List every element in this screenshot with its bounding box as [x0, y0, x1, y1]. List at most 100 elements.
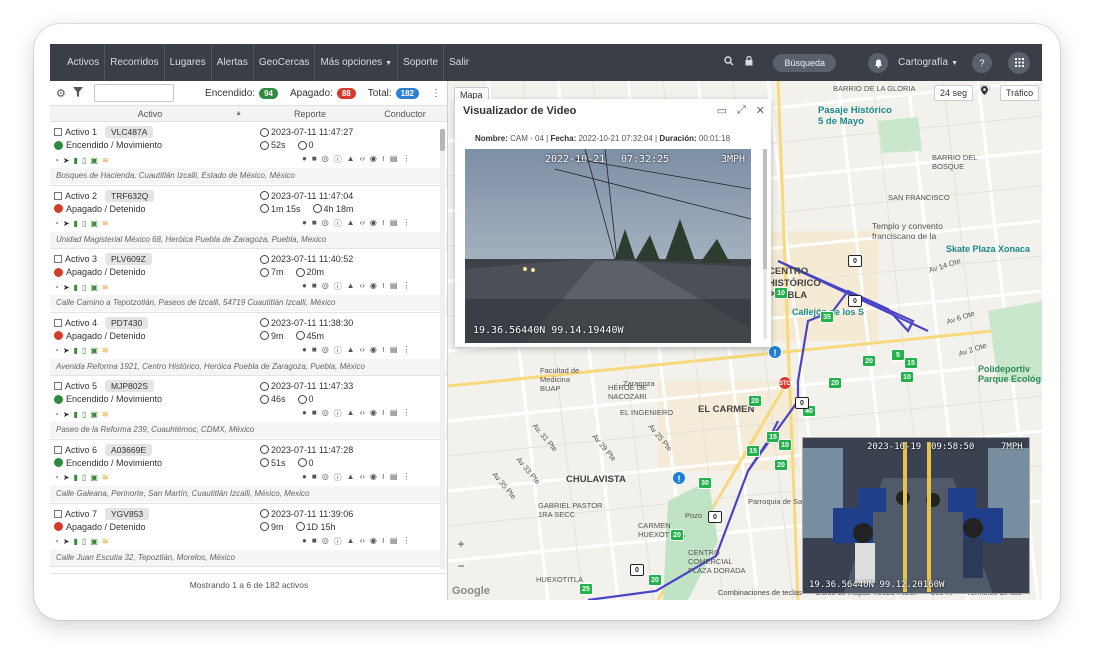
list-scroll-thumb[interactable] — [440, 129, 445, 151]
expand-icon[interactable]: ⤢ — [737, 104, 746, 117]
minimize-icon[interactable]: ▭ — [717, 104, 727, 117]
warning-icon[interactable]: ▲ — [347, 281, 355, 292]
asset-row[interactable]: Activo 7 YGV853 2023-07-11 11:39:06 Apag… — [50, 504, 447, 568]
viewer-scrollbar[interactable] — [763, 149, 767, 339]
asset-filter-input[interactable] — [93, 84, 174, 102]
row-checkbox[interactable] — [54, 382, 62, 391]
target-icon[interactable]: ◎ — [322, 472, 329, 483]
route-icon[interactable]: ≀ — [382, 218, 385, 229]
route-marker[interactable]: 20 — [828, 377, 842, 389]
notifications-bell-icon[interactable] — [868, 52, 889, 73]
route-marker[interactable]: 25 — [579, 583, 593, 595]
stopped-vehicle-marker[interactable]: 0 — [630, 564, 644, 576]
code-icon[interactable]: ‹› — [360, 345, 365, 356]
route-marker[interactable]: 20 — [670, 529, 684, 541]
info-icon[interactable]: ⓘ — [334, 408, 342, 419]
warning-icon[interactable]: ▲ — [347, 154, 355, 165]
stop-icon[interactable]: ■ — [312, 536, 317, 547]
zoom-out-button[interactable]: − — [452, 555, 470, 577]
route-icon[interactable]: ≀ — [382, 154, 385, 165]
info-icon[interactable]: ⓘ — [334, 281, 342, 292]
stopped-vehicle-marker[interactable]: 0 — [795, 397, 809, 409]
nav-soporte[interactable]: Soporte — [398, 44, 445, 81]
eye-icon[interactable]: ◉ — [370, 218, 377, 229]
route-marker[interactable]: 15 — [746, 445, 760, 457]
help-icon[interactable]: ? — [972, 52, 992, 73]
route-marker[interactable]: 15 — [904, 357, 918, 369]
more-vert-icon[interactable]: ⋮ — [402, 281, 410, 292]
more-vert-icon[interactable]: ⋮ — [402, 218, 410, 229]
message-icon[interactable]: ▤ — [390, 218, 398, 229]
col-activo[interactable]: Activo ▲ — [50, 109, 250, 119]
message-icon[interactable]: ▤ — [390, 408, 398, 419]
eye-icon[interactable]: ◉ — [370, 281, 377, 292]
filter-funnel-icon[interactable] — [72, 86, 83, 100]
row-checkbox[interactable] — [54, 191, 62, 200]
stop-icon[interactable]: ■ — [312, 281, 317, 292]
route-marker[interactable]: 30 — [698, 477, 712, 489]
apps-grid-icon[interactable] — [1008, 51, 1030, 74]
row-checkbox[interactable] — [54, 318, 62, 327]
stopped-vehicle-marker[interactable]: 0 — [708, 511, 722, 523]
alert-marker-icon[interactable]: ! — [672, 471, 686, 485]
route-icon[interactable]: ≀ — [382, 345, 385, 356]
search-icon[interactable] — [719, 56, 739, 69]
route-marker[interactable]: 10 — [900, 371, 914, 383]
eye-icon[interactable]: ◉ — [370, 345, 377, 356]
location-pin-icon[interactable]: ● — [302, 218, 307, 229]
route-marker[interactable]: 5 — [891, 349, 905, 361]
route-icon[interactable]: ≀ — [382, 408, 385, 419]
video-player-cabin[interactable]: 2023-10-19 09:58:50 7MPH 19.36.56440N 99… — [802, 437, 1030, 594]
route-icon[interactable]: ≀ — [382, 281, 385, 292]
more-vert-icon[interactable]: ⋮ — [402, 408, 410, 419]
asset-row[interactable]: Activo 3 PLV609Z 2023-07-11 11:40:52 Apa… — [50, 249, 447, 313]
nav-activos[interactable]: Activos — [62, 44, 106, 81]
code-icon[interactable]: ‹› — [360, 472, 365, 483]
video-player-road[interactable]: 2022-10-21 07:32:25 3MPH 19.36.56440N 99… — [465, 149, 751, 343]
row-checkbox[interactable] — [54, 255, 62, 264]
route-icon[interactable]: ≀ — [382, 472, 385, 483]
warning-icon[interactable]: ▲ — [347, 536, 355, 547]
location-pin-icon[interactable]: ● — [302, 154, 307, 165]
viewer-scroll-thumb[interactable] — [763, 149, 767, 269]
target-icon[interactable]: ◎ — [322, 536, 329, 547]
stopped-vehicle-marker[interactable]: 0 — [848, 295, 862, 307]
code-icon[interactable]: ‹› — [360, 536, 365, 547]
traffic-toggle[interactable]: Tráfico — [1000, 85, 1040, 101]
stop-icon[interactable]: ■ — [312, 154, 317, 165]
busqueda-button[interactable]: Búsqueda — [773, 53, 837, 72]
settings-gear-icon[interactable]: ⚙ — [56, 87, 66, 100]
nav-recorridos[interactable]: Recorridos — [105, 44, 165, 81]
info-icon[interactable]: ⓘ — [334, 536, 342, 547]
row-checkbox[interactable] — [54, 445, 62, 454]
asset-row[interactable]: Activo 4 PDT430 2023-07-11 11:38:30 Apag… — [50, 313, 447, 377]
route-marker[interactable]: 10 — [774, 287, 788, 299]
stop-icon[interactable]: ■ — [312, 408, 317, 419]
eye-icon[interactable]: ◉ — [370, 154, 377, 165]
code-icon[interactable]: ‹› — [360, 218, 365, 229]
eye-icon[interactable]: ◉ — [370, 408, 377, 419]
message-icon[interactable]: ▤ — [390, 281, 398, 292]
nav-salir[interactable]: Salir — [444, 44, 474, 81]
route-marker[interactable]: 20 — [648, 574, 662, 586]
alert-marker-icon[interactable]: ! — [768, 345, 782, 359]
stop-icon[interactable]: ■ — [312, 472, 317, 483]
eye-icon[interactable]: ◉ — [370, 472, 377, 483]
asset-row[interactable]: Activo 2 TRF632Q 2023-07-11 11:47:04 Apa… — [50, 186, 447, 250]
asset-row[interactable]: Activo 6 A03669E 2023-07-11 11:47:28 Enc… — [50, 440, 447, 504]
target-icon[interactable]: ◎ — [322, 408, 329, 419]
asset-row[interactable]: Activo 1 VLC487A 2023-07-11 11:47:27 Enc… — [50, 122, 447, 186]
stop-marker-icon[interactable]: STOP — [778, 376, 795, 390]
message-icon[interactable]: ▤ — [390, 154, 398, 165]
more-vert-icon[interactable]: ⋮ — [402, 472, 410, 483]
location-pin-icon[interactable]: ● — [302, 536, 307, 547]
nav-mas-opciones[interactable]: Más opciones ▼ — [315, 44, 399, 81]
zoom-in-button[interactable]: + — [452, 533, 470, 555]
close-icon[interactable]: ✕ — [756, 104, 765, 117]
stopped-vehicle-marker[interactable]: 0 — [848, 255, 862, 267]
message-icon[interactable]: ▤ — [390, 345, 398, 356]
target-icon[interactable]: ◎ — [322, 154, 329, 165]
eye-icon[interactable]: ◉ — [370, 536, 377, 547]
route-marker[interactable]: 20 — [862, 355, 876, 367]
route-marker[interactable]: 35 — [820, 311, 834, 323]
